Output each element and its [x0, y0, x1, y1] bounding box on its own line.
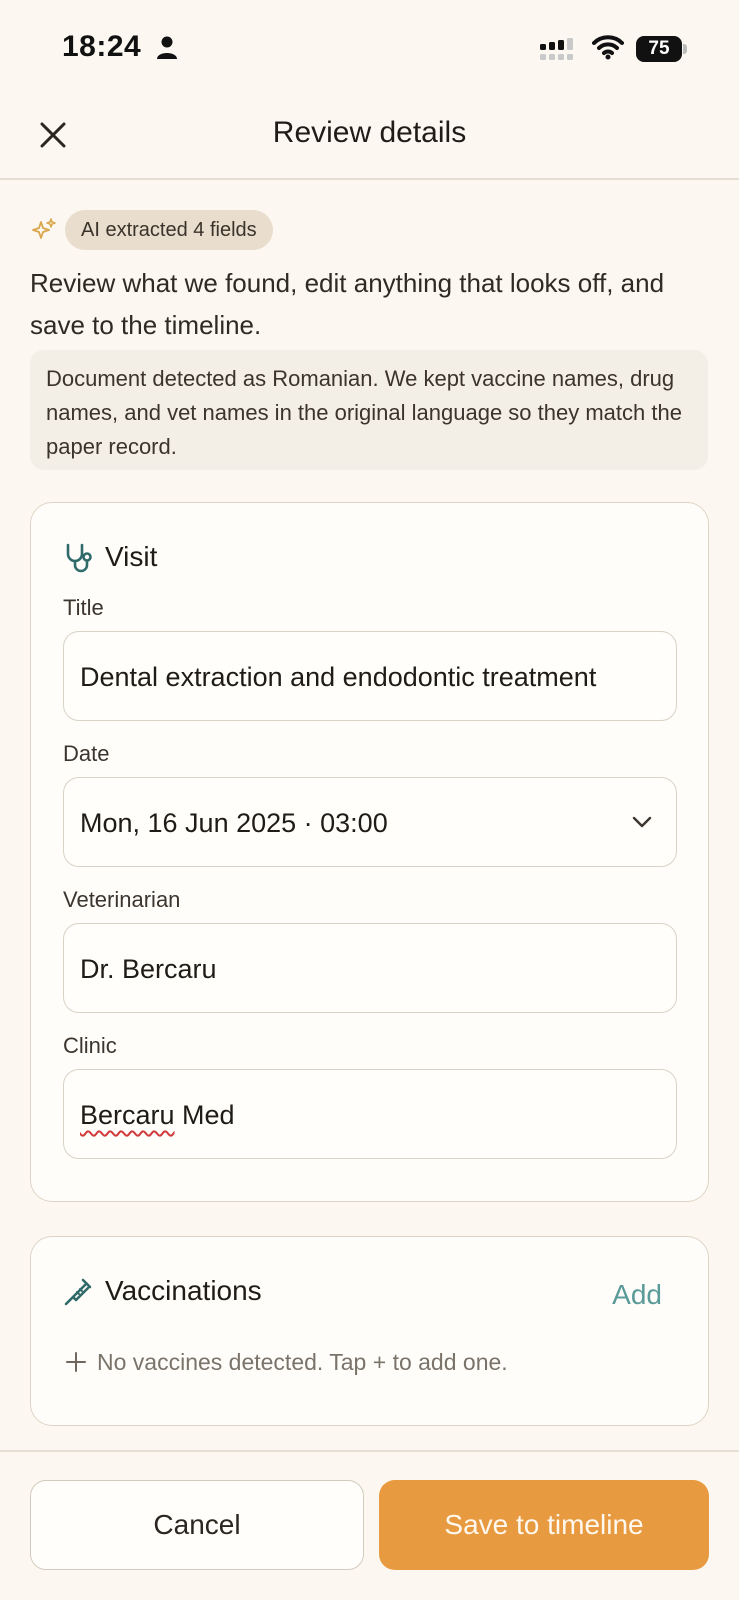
add-vaccination-link[interactable]: Add — [612, 1279, 662, 1311]
battery-tip — [683, 44, 687, 54]
cancel-button[interactable]: Cancel — [30, 1480, 364, 1570]
sparkle-icon — [32, 218, 56, 239]
clinic-value-misspelled-word: Bercaru — [80, 1100, 175, 1130]
veterinarian-label: Veterinarian — [63, 887, 181, 912]
date-value: Mon, 16 Jun 2025 · 03:00 — [80, 808, 388, 838]
visit-card: Visit Title Dental extraction and endodo… — [30, 502, 709, 1202]
person-icon — [157, 36, 177, 59]
veterinarian-value: Dr. Bercaru — [80, 954, 217, 984]
chevron-down-icon — [632, 816, 652, 828]
vaccinations-empty-text: No vaccines detected. Tap + to add one. — [97, 1349, 508, 1375]
ai-extracted-badge: AI extracted 4 fields — [65, 210, 273, 250]
title-value: Dental extraction and endodontic treatme… — [80, 662, 597, 692]
visit-title: Visit — [105, 541, 158, 572]
language-notice: Document detected as Romanian. We kept v… — [30, 350, 708, 470]
intro-text: Review what we found, edit anything that… — [30, 268, 665, 340]
vaccinations-card: Vaccinations Add No vaccines detected. T… — [30, 1236, 709, 1426]
footer-divider — [0, 1450, 739, 1452]
battery-level: 75 — [636, 36, 682, 62]
battery-icon: 75 — [636, 36, 688, 62]
save-to-timeline-button[interactable]: Save to timeline — [379, 1480, 709, 1570]
title-field[interactable]: Dental extraction and endodontic treatme… — [63, 631, 677, 721]
page-title: Review details — [272, 116, 467, 149]
header: Review details — [0, 100, 739, 180]
clinic-value: Bercaru Med — [80, 1070, 620, 1160]
title-label: Title — [63, 595, 104, 620]
vaccinations-title: Vaccinations — [105, 1275, 262, 1306]
status-time: 18:24 — [62, 30, 142, 63]
clinic-label: Clinic — [63, 1033, 117, 1058]
clinic-value-rest: Med — [174, 1100, 235, 1130]
syringe-icon — [64, 1278, 92, 1306]
cellular-signal-icon — [540, 38, 573, 60]
review-details-screen: 18:24 75 Review details AI extracted 4 f… — [0, 0, 739, 1600]
date-select[interactable]: Mon, 16 Jun 2025 · 03:00 — [63, 777, 677, 867]
wifi-icon — [592, 35, 624, 60]
status-bar: 18:24 75 — [0, 0, 739, 100]
vaccinations-empty-state[interactable]: No vaccines detected. Tap + to add one. — [65, 1349, 508, 1376]
clinic-field[interactable]: Bercaru Med — [63, 1069, 677, 1159]
stethoscope-icon — [66, 543, 92, 573]
date-label: Date — [63, 741, 110, 766]
veterinarian-field[interactable]: Dr. Bercaru — [63, 923, 677, 1013]
plus-icon — [66, 1352, 86, 1372]
